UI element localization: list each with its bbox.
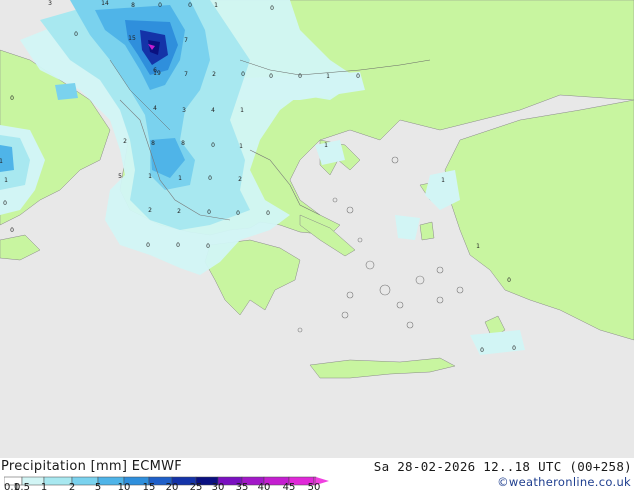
scale-tick-label: 10 xyxy=(118,482,131,490)
scale-tick-label: 50 xyxy=(308,482,321,490)
precip-value-label: 8 xyxy=(151,140,155,147)
precip-value-label: 2 xyxy=(212,71,216,78)
precip-value-label: 1 xyxy=(476,243,480,250)
precip-value-label: 0 xyxy=(241,71,245,78)
footer: Precipitation [mm] ECMWF Sa 28-02-2026 1… xyxy=(0,458,634,490)
precip-value-label: 0 xyxy=(211,142,215,149)
precip-value-label: 2 xyxy=(123,138,127,145)
precip-value-label: 2 xyxy=(238,176,242,183)
precip-value-label: 0 xyxy=(10,227,14,234)
scale-tick-label: 20 xyxy=(166,482,179,490)
precip-value-label: 1 xyxy=(240,107,244,114)
precip-value-label: 0 xyxy=(207,209,211,216)
precip-value-label: 1 xyxy=(0,158,3,165)
scale-tick-label: 0.5 xyxy=(14,482,30,490)
map-title: Precipitation [mm] ECMWF xyxy=(1,459,183,474)
precip-value-label: 1 xyxy=(326,73,330,80)
precip-value-label: 7 xyxy=(184,37,188,44)
precip-value-label: 0 xyxy=(236,210,240,217)
precip-value-label: 3 xyxy=(48,0,52,7)
precip-value-label: 1 xyxy=(441,177,445,184)
precip-value-label: 1 xyxy=(4,177,8,184)
precipitation-map: 3 14 8 0 0 1 0 0 15 7 6 19 7 2 0 0 0 1 0 0 4 3 4 1 2 8 8 0 1 1 1 5 1 1 0 2 2… xyxy=(0,0,634,458)
precip-value-label: 8 xyxy=(181,140,185,147)
land-chios xyxy=(419,221,435,241)
scale-tick-label: 30 xyxy=(212,482,225,490)
precip-value-label: 0 xyxy=(74,31,78,38)
precip-value-label: 0 xyxy=(10,95,14,102)
precip-value-label: 0 xyxy=(208,175,212,182)
precip-value-label: 19 xyxy=(153,70,161,77)
scale-tick-label: 25 xyxy=(190,482,203,490)
scale-tick-label: 1 xyxy=(41,482,47,490)
precip-value-label: 2 xyxy=(148,207,152,214)
precip-value-label: 1 xyxy=(178,175,182,182)
precip-value-label: 0 xyxy=(188,2,192,9)
precip-value-label: 3 xyxy=(182,107,186,114)
precip-value-label: 5 xyxy=(118,173,122,180)
scale-tick-label: 45 xyxy=(283,482,296,490)
precip-value-label: 4 xyxy=(153,105,157,112)
precip-value-label: 1 xyxy=(324,142,328,149)
precip-value-label: 14 xyxy=(101,0,109,7)
precip-value-label: 0 xyxy=(176,242,180,249)
precip-value-label: 8 xyxy=(131,2,135,9)
credit-link[interactable]: ©weatheronline.co.uk xyxy=(497,475,631,489)
precip-value-label: 0 xyxy=(512,345,516,352)
precip-value-label: 2 xyxy=(177,208,181,215)
scale-tick-label: 2 xyxy=(69,482,75,490)
precip-value-label: 0 xyxy=(146,242,150,249)
precip-value-label: 0 xyxy=(266,210,270,217)
scale-tick-label: 15 xyxy=(143,482,156,490)
precip-value-label: 0 xyxy=(206,243,210,250)
precip-value-label: 15 xyxy=(128,35,136,42)
precip-value-label: 1 xyxy=(148,173,152,180)
precip-value-label: 0 xyxy=(298,73,302,80)
precip-value-label: 0 xyxy=(158,2,162,9)
precip-value-label: 0 xyxy=(356,73,360,80)
precip-value-label: 0 xyxy=(507,277,511,284)
forecast-datetime: Sa 28-02-2026 12..18 UTC (00+258) xyxy=(373,459,632,474)
precip-value-label: 0 xyxy=(270,5,274,12)
precip-value-label: 4 xyxy=(211,107,215,114)
precip-value-label: 0 xyxy=(269,73,273,80)
precip-value-label: 0 xyxy=(480,347,484,354)
scale-tick-label: 40 xyxy=(258,482,271,490)
precip-value-label: 0 xyxy=(3,200,7,207)
scale-tick-label: 35 xyxy=(236,482,249,490)
precip-value-label: 1 xyxy=(214,2,218,9)
scale-box xyxy=(43,476,73,486)
scale-tick-label: 5 xyxy=(95,482,101,490)
precip-value-label: 1 xyxy=(239,143,243,150)
color-scale: 0.10.5 1 2 5 10 15 20 25 30 35 40 45 50 xyxy=(4,476,329,490)
precip-mid-nw xyxy=(55,83,78,100)
precip-value-label: 7 xyxy=(184,71,188,78)
